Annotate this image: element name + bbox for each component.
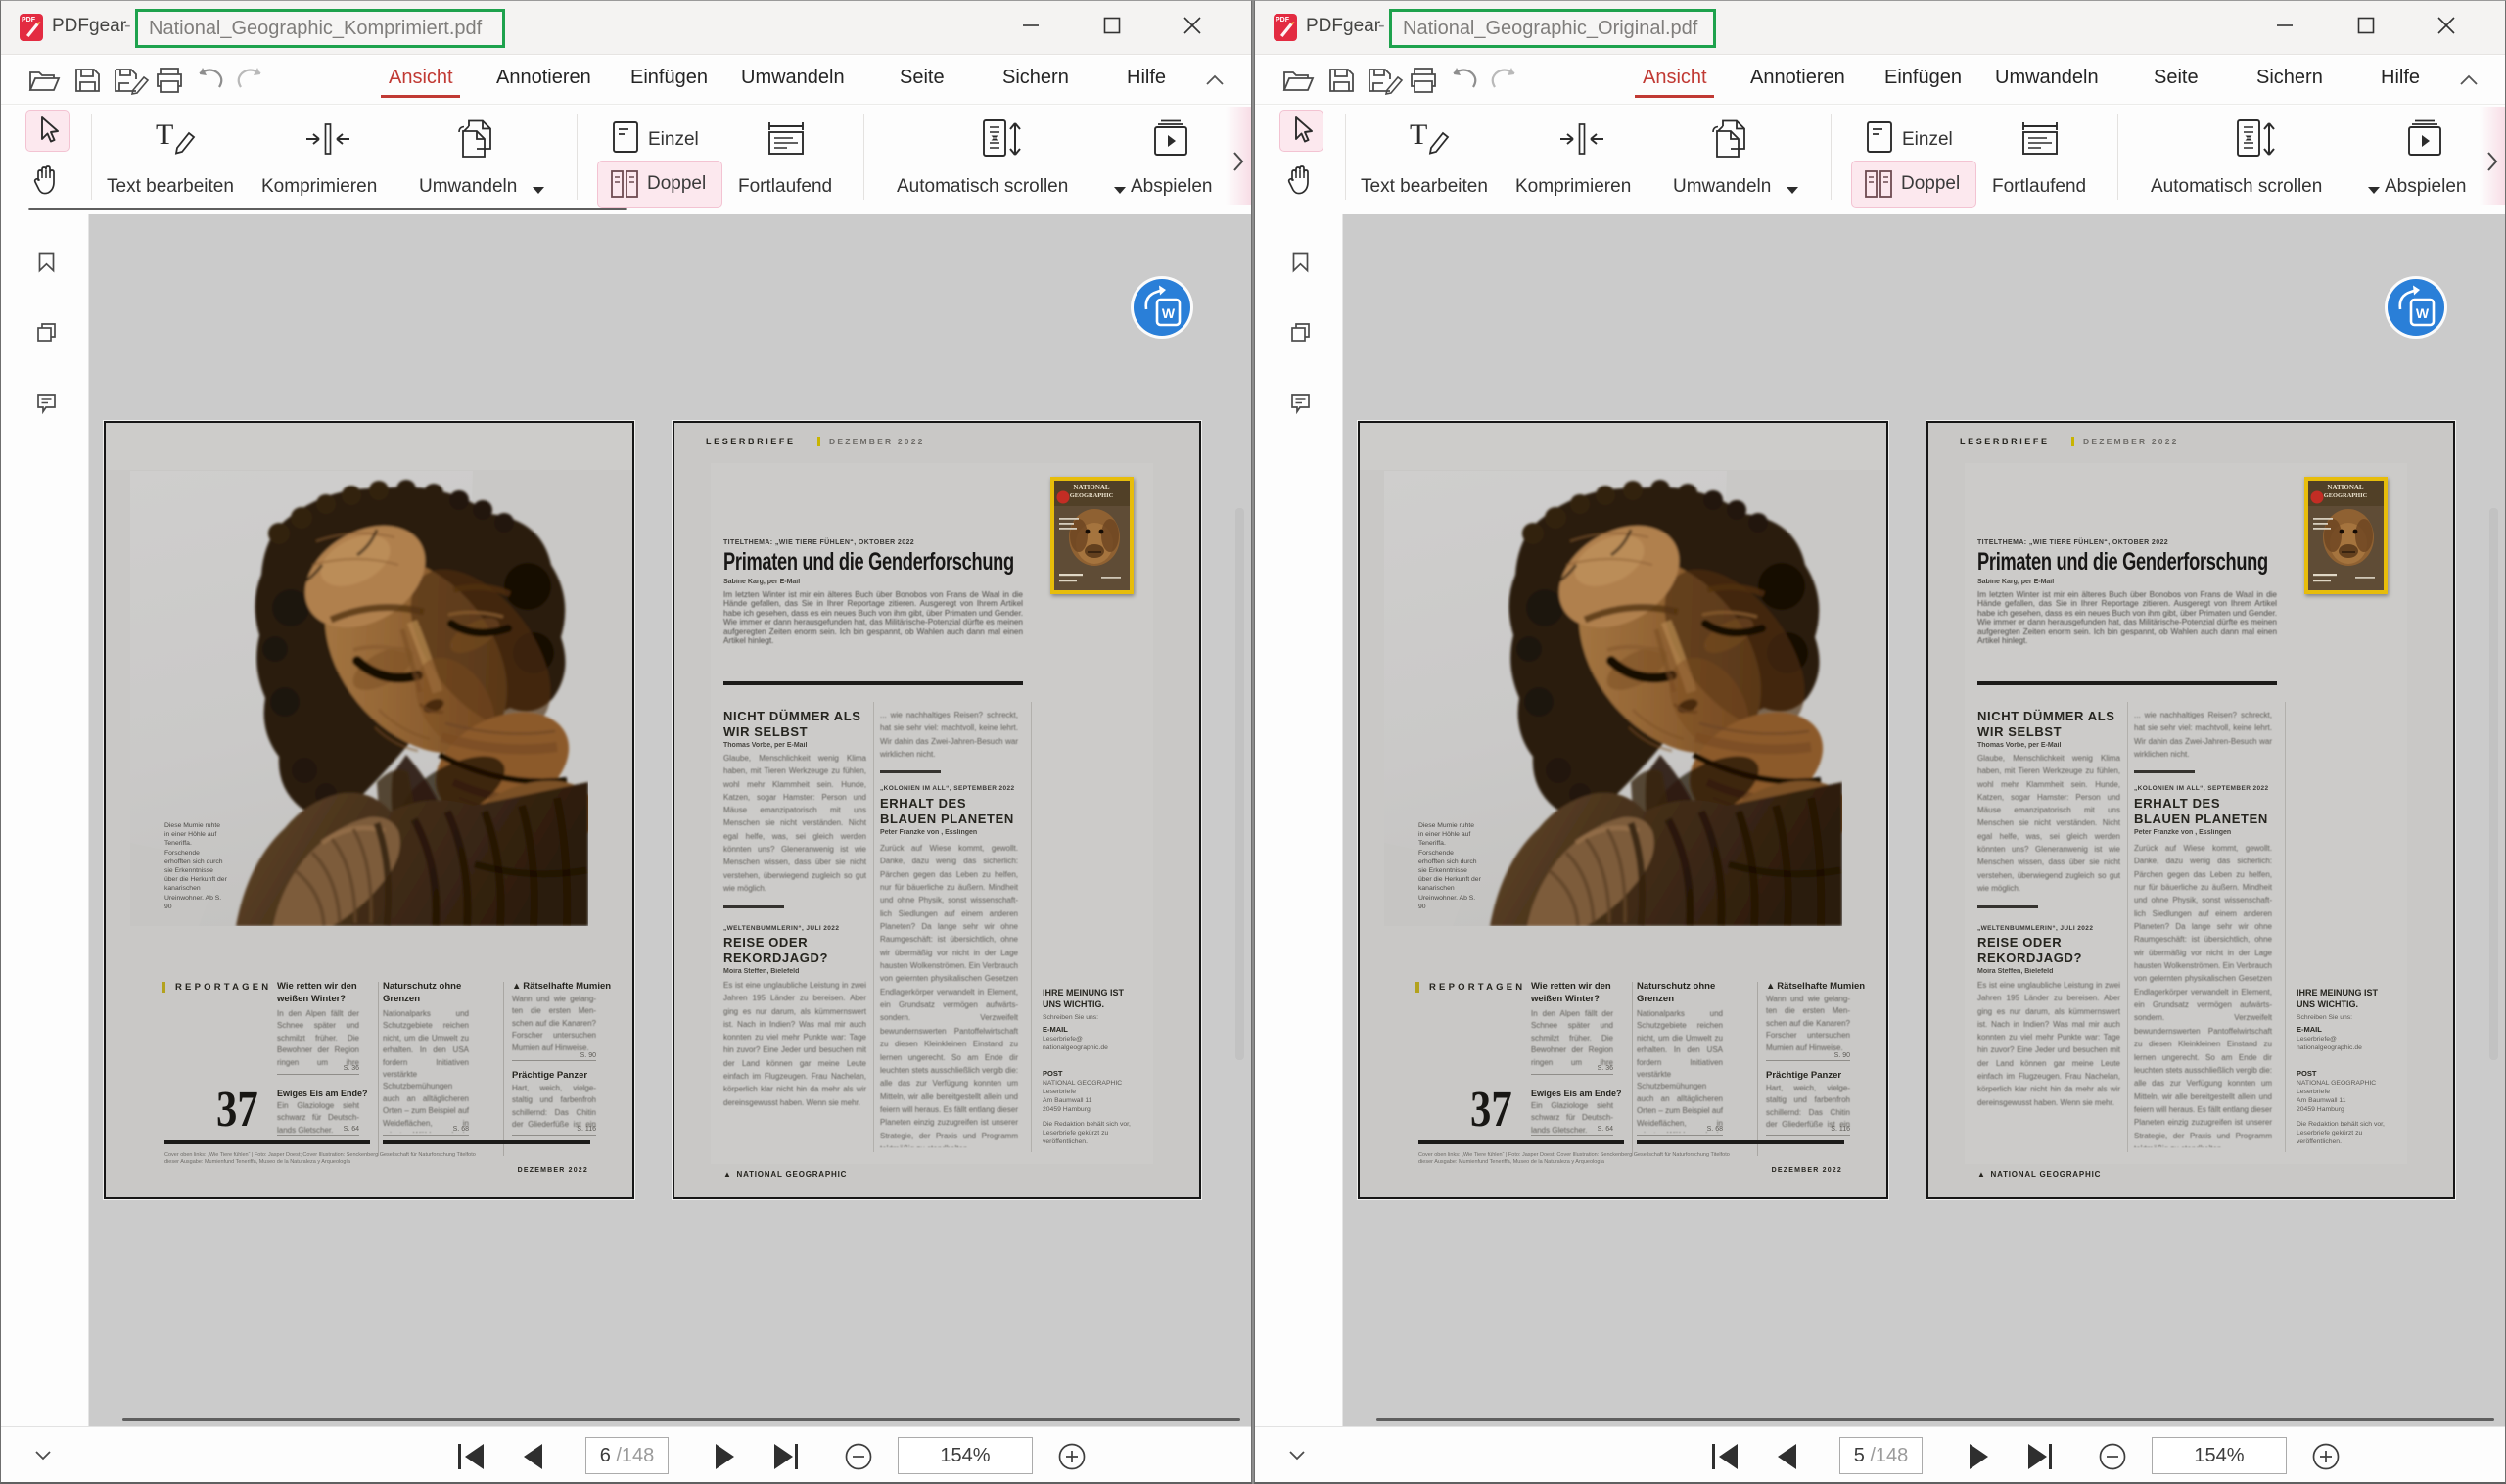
svg-text:W: W [2416,305,2430,321]
svg-text:GEOGRAPHIC: GEOGRAPHIC [2324,492,2368,499]
svg-text:W: W [1162,305,1176,321]
svg-text:GEOGRAPHIC: GEOGRAPHIC [1070,492,1114,499]
svg-text:T: T [1410,118,1427,151]
svg-text:NATIONAL: NATIONAL [2327,484,2364,491]
svg-text:NATIONAL: NATIONAL [1073,484,1110,491]
svg-text:T: T [156,118,173,151]
